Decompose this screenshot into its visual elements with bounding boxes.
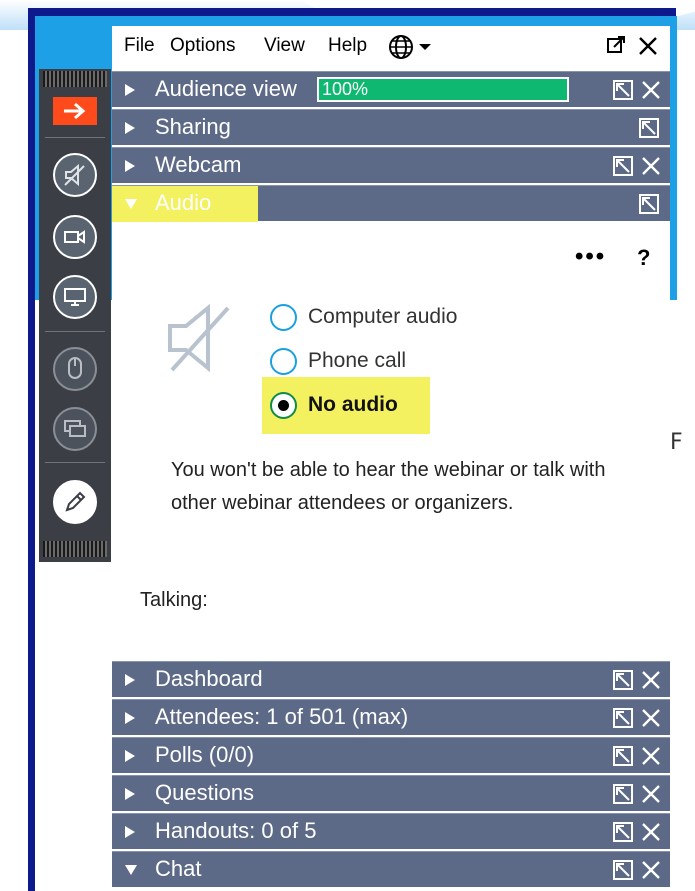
collapse-triangle-icon [125,199,137,209]
radio-dot [278,400,289,411]
section-label: Audience view [155,76,297,101]
muted-speaker-icon [64,163,85,187]
section-label: Dashboard [155,666,263,691]
section-webcam[interactable]: Webcam [112,147,670,183]
control-toolbar [39,69,111,562]
toolbar-divider [45,331,105,332]
toolbar-divider [45,137,105,138]
globe-icon [389,35,431,59]
expand-triangle-icon [125,674,135,686]
screen-icon [64,288,86,306]
section-handouts[interactable]: Handouts: 0 of 5 [112,813,670,849]
pen-icon [65,491,86,512]
section-label: Handouts: 0 of 5 [155,818,317,843]
expand-triangle-icon [125,826,135,838]
menu-file[interactable]: File [124,35,155,57]
popout-icon[interactable] [638,193,660,215]
collapse-panel-button[interactable] [53,97,97,125]
toolbar-grip-bottom[interactable] [43,541,107,557]
drawing-tools-button[interactable] [53,480,97,524]
radio-label: Computer audio [308,305,458,328]
popout-window-button[interactable] [606,35,626,61]
section-label: Attendees: 1 of 501 (max) [155,704,409,729]
close-icon[interactable] [640,155,662,177]
mouse-icon [68,357,82,379]
control-panel: File Options View Help Audience view 100… [112,26,670,891]
close-icon[interactable] [640,821,662,843]
webcam-icon [64,230,85,244]
screens-icon [64,420,86,437]
section-questions[interactable]: Questions [112,775,670,811]
toolbar-grip-top[interactable] [43,71,107,87]
background-letter: F [670,430,683,455]
close-icon[interactable] [640,783,662,805]
toolbar-divider [45,462,105,463]
section-audio[interactable]: Audio [112,185,670,222]
section-label: Sharing [155,114,231,139]
audio-description: You won't be able to hear the webinar or… [171,459,606,514]
popout-icon[interactable] [612,821,634,843]
more-options-button[interactable]: ••• [575,243,606,271]
close-icon[interactable] [640,707,662,729]
popout-icon[interactable] [612,859,634,881]
section-attendees[interactable]: Attendees: 1 of 501 (max) [112,699,670,735]
radio-label: No audio [308,393,398,416]
audio-help-button[interactable]: ? [637,245,650,271]
close-icon[interactable] [640,669,662,691]
expand-triangle-icon [125,788,135,800]
expand-triangle-icon [125,122,135,134]
popout-icon[interactable] [612,79,634,101]
section-audience-view[interactable]: Audience view 100% [112,71,670,107]
radio-button[interactable] [270,348,297,375]
collapse-triangle-icon [125,865,137,875]
section-chat[interactable]: Chat [112,851,670,887]
expand-triangle-icon [125,750,135,762]
screen-share-button[interactable] [53,275,97,319]
menu-bar: File Options View Help [112,26,670,68]
popout-icon[interactable] [638,117,660,139]
talking-label: Talking: [140,589,208,611]
radio-button[interactable] [270,304,297,331]
section-polls[interactable]: Polls (0/0) [112,737,670,773]
webcam-button[interactable] [53,215,97,259]
audience-view-meter: 100% [317,77,569,102]
close-icon[interactable] [640,745,662,767]
popout-icon[interactable] [612,155,634,177]
radio-label: Phone call [308,349,407,372]
mouse-control-button[interactable] [53,347,97,391]
close-icon[interactable] [640,79,662,101]
radio-button-selected[interactable] [270,392,297,419]
mute-button[interactable] [53,153,97,197]
menu-options[interactable]: Options [170,35,235,57]
expand-triangle-icon [125,712,135,724]
language-menu[interactable] [388,34,434,66]
audio-panel: ••• ? Computer audio Phone call No audio… [112,223,670,661]
close-window-button[interactable] [637,35,659,63]
section-label: Audio [155,190,212,215]
section-sharing[interactable]: Sharing [112,109,670,145]
section-label: Chat [155,856,202,881]
section-dashboard[interactable]: Dashboard [112,661,670,697]
muted-speaker-icon [168,303,230,373]
section-label: Questions [155,780,255,805]
menu-help[interactable]: Help [328,35,367,57]
close-icon[interactable] [640,859,662,881]
popout-icon[interactable] [612,745,634,767]
section-label: Polls (0/0) [155,742,255,767]
expand-triangle-icon [125,84,135,96]
menu-view[interactable]: View [264,35,305,57]
popout-icon [607,36,625,53]
section-label: Webcam [155,152,242,177]
expand-triangle-icon [125,160,135,172]
arrow-right-icon [64,102,86,120]
popout-icon[interactable] [612,783,634,805]
show-screens-button[interactable] [53,407,97,451]
close-icon [639,37,657,55]
popout-icon[interactable] [612,707,634,729]
popout-icon[interactable] [612,669,634,691]
